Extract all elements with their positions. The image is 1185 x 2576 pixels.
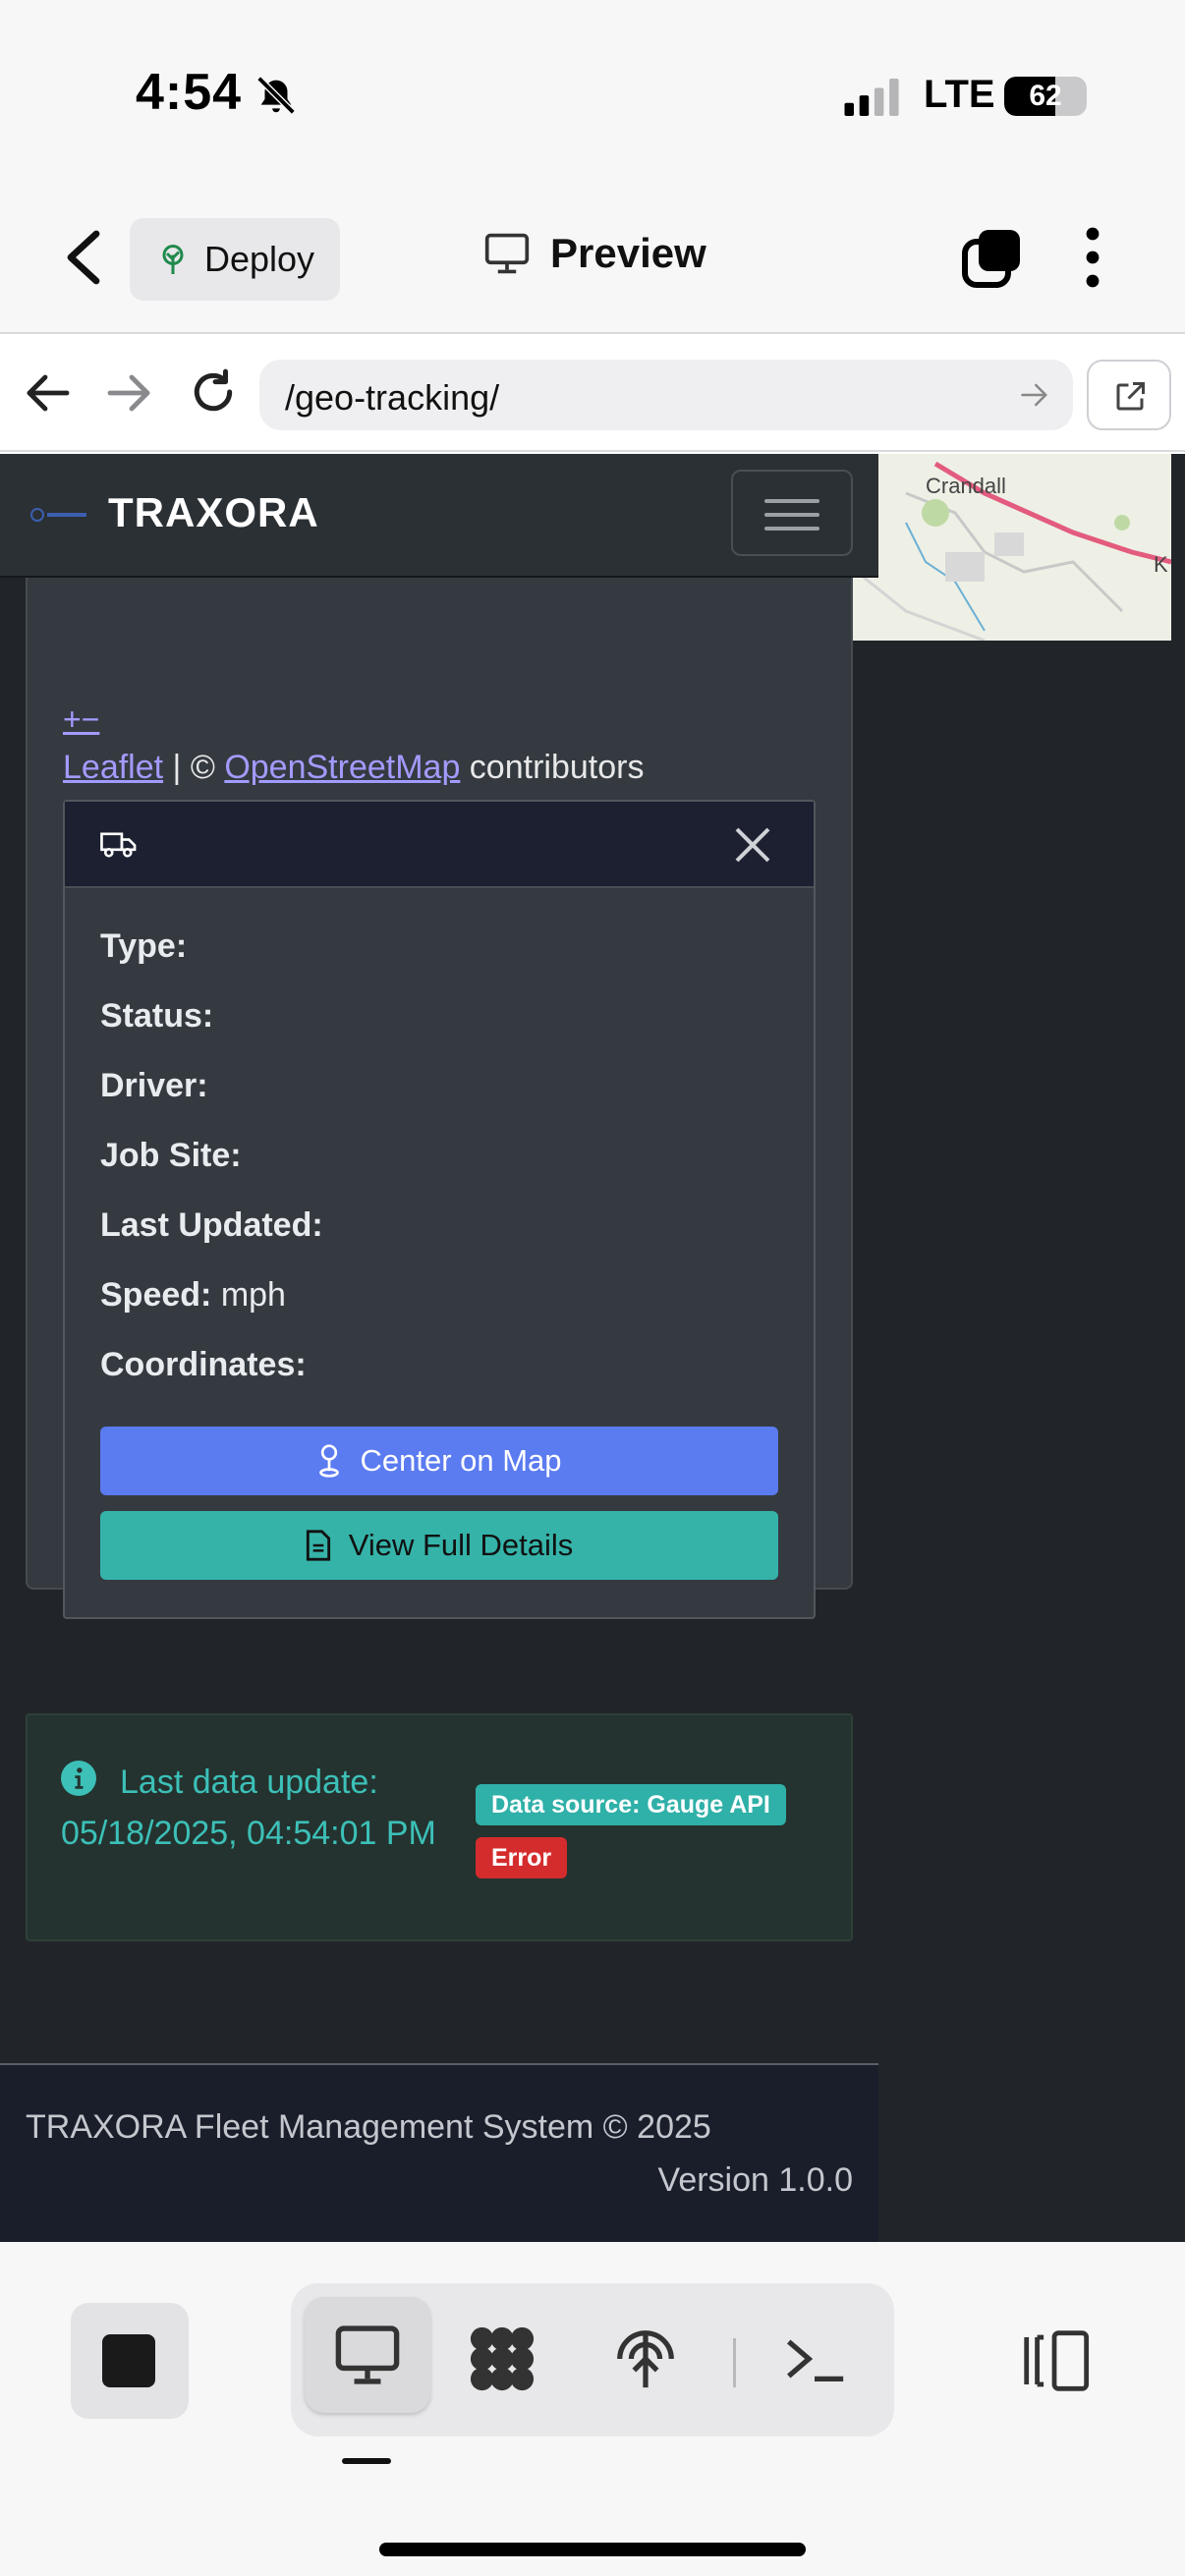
field-driver: Driver:	[100, 1067, 208, 1104]
center-on-map-label: Center on Map	[360, 1443, 562, 1478]
data-update-alert: Last data update: 05/18/2025, 04:54:01 P…	[26, 1713, 853, 1941]
popup-body: Type: Status: Driver: Job Site: Last Upd…	[100, 927, 323, 1416]
open-external-icon	[1116, 382, 1145, 411]
navbar: TRAXORA	[0, 454, 878, 578]
attribution-separator: | ©	[163, 749, 225, 786]
stop-button[interactable]	[71, 2303, 189, 2419]
tool-divider	[733, 2338, 736, 2387]
toggler-bar	[764, 513, 819, 517]
error-badge: Error	[476, 1837, 568, 1878]
network-type: LTE	[924, 73, 995, 116]
map-attribution: Leaflet | © OpenStreetMap contributors	[63, 749, 644, 787]
field-last-updated: Last Updated:	[100, 1206, 323, 1244]
field-status: Status:	[100, 997, 214, 1035]
deploy-label: Deploy	[204, 239, 315, 279]
signal-icon	[844, 79, 899, 116]
popup-header	[65, 802, 814, 888]
back-chevron-icon[interactable]	[61, 228, 104, 287]
arrow-left-icon[interactable]	[24, 371, 71, 415]
deploy-button[interactable]: Deploy	[130, 218, 340, 301]
navbar-brand[interactable]: TRAXORA	[108, 489, 319, 536]
zoom-control[interactable]: +−	[63, 701, 99, 738]
arrow-right-icon[interactable]	[106, 371, 153, 415]
deploy-icon[interactable]	[611, 2324, 680, 2393]
browser-bar: /geo-tracking/	[0, 336, 1185, 452]
pin-icon	[319, 1444, 340, 1478]
workflow-icon[interactable]	[468, 2324, 536, 2393]
deploy-tree-icon	[162, 245, 184, 274]
bottom-toolbar	[0, 2242, 1185, 2576]
view-full-details-label: View Full Details	[348, 1528, 574, 1562]
vehicle-popup: Type: Status: Driver: Job Site: Last Upd…	[63, 800, 816, 1619]
battery-icon: 62	[1004, 77, 1087, 116]
preview-tool-button[interactable]	[305, 2297, 430, 2413]
field-job-site: Job Site:	[100, 1137, 242, 1174]
data-source-badge: Data source: Gauge API	[476, 1784, 786, 1825]
url-field[interactable]: /geo-tracking/	[259, 360, 1073, 430]
status-time: 4:54	[136, 64, 243, 121]
preview-label: Preview	[550, 230, 706, 276]
home-indicator	[379, 2543, 806, 2556]
footer-copyright: TRAXORA Fleet Management System © 2025	[26, 2108, 711, 2146]
page-footer: TRAXORA Fleet Management System © 2025 V…	[0, 2063, 878, 2242]
map-place-label: Crandall	[926, 474, 1006, 498]
map-edge-label: K	[1154, 552, 1168, 577]
more-vertical-icon[interactable]	[1083, 226, 1102, 289]
footer-version: Version 1.0.0	[657, 2161, 853, 2199]
last-update-text: Last data update: 05/18/2025, 04:54:01 P…	[61, 1764, 436, 1852]
field-coordinates: Coordinates:	[100, 1346, 307, 1383]
center-on-map-button[interactable]: Center on Map	[100, 1427, 778, 1495]
document-icon	[306, 1530, 330, 1561]
monitor-icon	[484, 233, 530, 274]
monitor-icon	[335, 2325, 400, 2384]
panel-icon[interactable]	[1018, 2328, 1091, 2393]
go-arrow-icon[interactable]	[1020, 381, 1049, 409]
status-bar: 4:54 LTE 62	[0, 0, 1185, 196]
stop-icon	[102, 2334, 155, 2387]
toggler-bar	[764, 527, 819, 531]
bell-off-icon	[256, 76, 296, 115]
toggler-bar	[764, 499, 819, 503]
app-top-bar: Deploy Preview	[0, 196, 1185, 334]
attribution-suffix: contributors	[460, 749, 645, 786]
battery-cap	[1081, 86, 1087, 106]
leaflet-link[interactable]: Leaflet	[63, 749, 163, 786]
active-tab-indicator	[342, 2458, 391, 2464]
tabs-icon[interactable]	[961, 226, 1024, 289]
preview-title: Preview	[483, 230, 706, 277]
reload-icon[interactable]	[189, 367, 238, 417]
close-icon[interactable]	[733, 825, 772, 865]
view-full-details-button[interactable]: View Full Details	[100, 1511, 778, 1580]
field-type: Type:	[100, 927, 188, 965]
battery-percent: 62	[1029, 80, 1062, 112]
url-text: /geo-tracking/	[285, 377, 500, 418]
tool-group	[291, 2283, 894, 2436]
web-content: Crandall K TRAXORA +− Leaflet | © OpenSt…	[0, 454, 1185, 2242]
logo-icon	[30, 508, 86, 522]
open-external-button[interactable]	[1087, 360, 1171, 430]
osm-link[interactable]: OpenStreetMap	[224, 749, 460, 786]
terminal-icon[interactable]	[780, 2324, 849, 2393]
navbar-toggler[interactable]	[731, 470, 853, 556]
field-speed: Speed: mph	[100, 1276, 286, 1314]
truck-icon	[100, 832, 137, 858]
